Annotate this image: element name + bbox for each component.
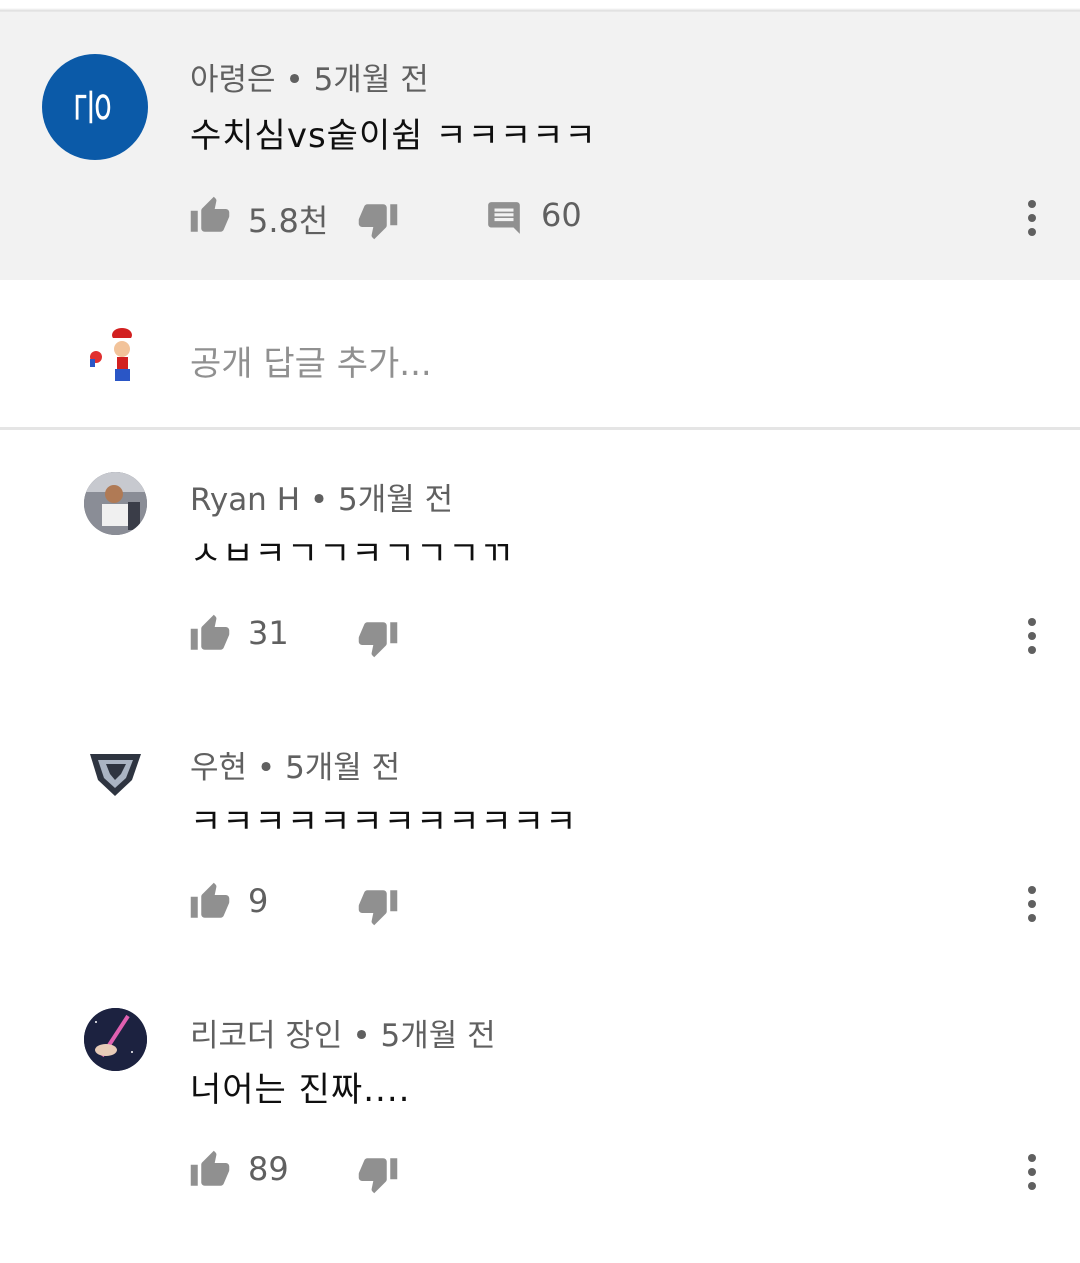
comment-time: 5개월 전 <box>380 1018 496 1054</box>
comment-text: ㅅㅂㅋㄱㄱㅋㄱㄱㄱㄲ <box>190 534 513 574</box>
comment-text: 너어는 진짜.... <box>190 1070 411 1110</box>
comment-time: 5개월 전 <box>285 750 401 786</box>
comment-text: 수치심vs숱이쉼 ㅋㅋㅋㅋㅋ <box>190 116 597 156</box>
more-options-icon[interactable] <box>1014 882 1050 926</box>
comment-meta: Ryan H • 5개월 전 <box>190 474 453 519</box>
like-count: 9 <box>248 882 269 920</box>
comment-author[interactable]: 아령은 <box>190 62 276 98</box>
reply-icon[interactable] <box>484 198 524 238</box>
more-options-icon[interactable] <box>1014 196 1050 240</box>
meta-separator: • <box>309 482 329 518</box>
avatar[interactable] <box>84 740 147 803</box>
meta-separator: • <box>285 62 304 98</box>
meta-separator: • <box>352 1018 371 1054</box>
comment-meta: 리코더 장인 • 5개월 전 <box>190 1010 496 1055</box>
avatar[interactable]: 은 <box>42 54 148 160</box>
comment-actions: 89 <box>0 1140 1080 1200</box>
reply-input[interactable]: 공개 답글 추가... <box>190 336 432 385</box>
thumbs-up-icon[interactable] <box>188 880 232 924</box>
more-options-icon[interactable] <box>1014 1150 1050 1194</box>
like-count: 5.8천 <box>248 202 329 240</box>
comment-author[interactable]: 우현 <box>190 750 247 786</box>
thumbs-down-icon[interactable] <box>356 616 400 660</box>
divider <box>0 427 1080 430</box>
comment-actions: 9 <box>0 872 1080 932</box>
avatar-letter: 은 <box>68 88 114 126</box>
add-reply-row[interactable]: 공개 답글 추가... <box>0 280 1080 428</box>
my-avatar <box>84 323 147 386</box>
comment-text: ㅋㅋㅋㅋㅋㅋㅋㅋㅋㅋㅋㅋ <box>190 802 578 842</box>
highlighted-comment: 은 아령은 • 5개월 전 수치심vs숱이쉼 ㅋㅋㅋㅋㅋ 5.8천 60 <box>0 12 1080 280</box>
avatar[interactable] <box>84 472 147 535</box>
like-count: 89 <box>248 1150 289 1188</box>
top-divider <box>0 0 1080 12</box>
meta-separator: • <box>256 750 276 786</box>
reply-count[interactable]: 60 <box>541 196 582 234</box>
thumbs-up-icon[interactable] <box>188 194 232 238</box>
comment-meta: 우현 • 5개월 전 <box>190 742 400 787</box>
like-count: 31 <box>248 614 289 652</box>
more-options-icon[interactable] <box>1014 614 1050 658</box>
comment-time: 5개월 전 <box>338 482 454 518</box>
thumbs-down-icon[interactable] <box>356 1152 400 1196</box>
thumbs-up-icon[interactable] <box>188 612 232 656</box>
comment-time: 5개월 전 <box>313 62 429 98</box>
thumbs-down-icon[interactable] <box>356 198 400 242</box>
avatar[interactable] <box>84 1008 147 1071</box>
thumbs-up-icon[interactable] <box>188 1148 232 1192</box>
comment-author[interactable]: Ryan H <box>190 482 300 518</box>
comment-actions: 5.8천 60 <box>0 186 1080 246</box>
comment-author[interactable]: 리코더 장인 <box>190 1018 342 1054</box>
thumbs-down-icon[interactable] <box>356 884 400 928</box>
comment-actions: 31 <box>0 604 1080 664</box>
comment-meta: 아령은 • 5개월 전 <box>190 54 429 99</box>
